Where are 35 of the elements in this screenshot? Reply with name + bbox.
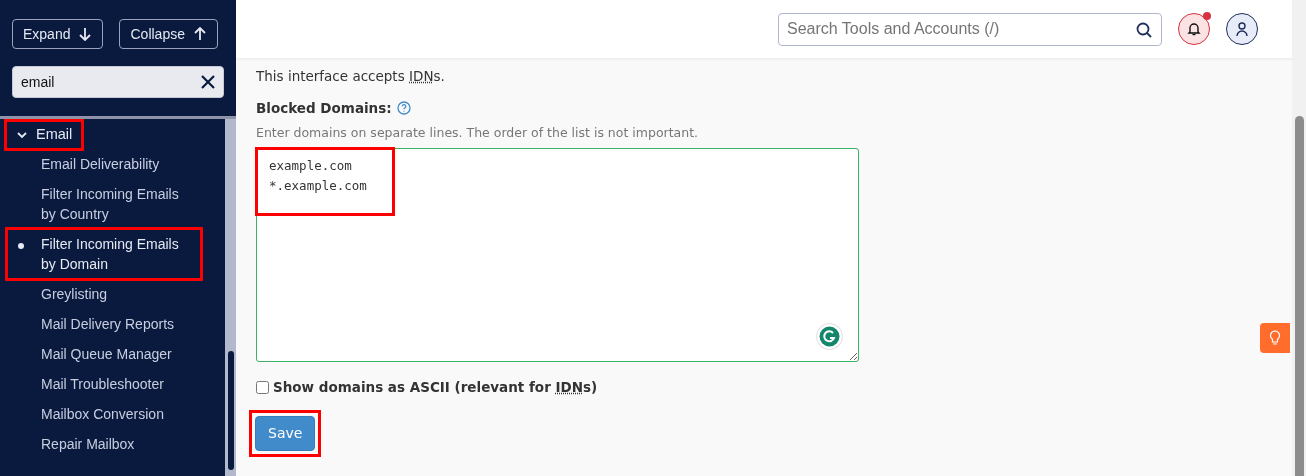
notifications-button[interactable]	[1178, 13, 1210, 45]
field-label: Blocked Domains:	[256, 99, 392, 119]
user-button[interactable]	[1226, 13, 1258, 45]
search-icon[interactable]	[1136, 21, 1152, 38]
menu-group[interactable]: Email	[6, 121, 83, 149]
menu-item[interactable]: Filter Incoming Emails by Domain	[7, 228, 201, 279]
bell-icon	[1187, 22, 1201, 36]
sidebar-button[interactable]: Expand	[12, 19, 104, 49]
menu-item[interactable]: Mail Troubleshooter	[7, 368, 201, 399]
hint-text: Enter domains on separate lines. The order of the list is not important.	[256, 123, 700, 142]
filter-field[interactable]: email	[12, 66, 224, 98]
search-field[interactable]: Search Tools and Accounts (/)	[778, 12, 1162, 46]
save-button[interactable]: Save	[255, 415, 316, 451]
menu-item[interactable]: Email Deliverability	[7, 148, 201, 179]
menu-item[interactable]: Mail Queue Manager	[7, 338, 201, 369]
menu-item[interactable]: Repair Mailbox	[7, 428, 201, 459]
ascii-checkbox[interactable]	[256, 380, 269, 394]
grammar-icon[interactable]	[816, 323, 843, 351]
menu-item[interactable]: Mailbox Conversion	[7, 398, 201, 429]
tips-button[interactable]	[1260, 323, 1290, 353]
help-icon[interactable]	[396, 101, 411, 116]
user-icon	[1235, 21, 1249, 37]
menu-item[interactable]: Filter Incoming Emails by Country	[7, 178, 201, 229]
menu-item[interactable]: Greylisting	[7, 278, 201, 309]
arrow-up-icon	[192, 27, 207, 41]
scrollbar[interactable]	[225, 119, 236, 476]
clear-icon[interactable]	[201, 75, 215, 89]
checkbox-label[interactable]: Show domains as ASCII (relevant for IDNs)	[273, 377, 598, 398]
domains-field[interactable]: example.com *.example.com	[256, 148, 859, 363]
arrow-down-icon	[78, 27, 93, 41]
intro-text: This interface accepts IDNs.	[256, 67, 446, 86]
lightbulb-icon	[1269, 330, 1281, 346]
scrollbar[interactable]	[1292, 0, 1306, 476]
menu-item[interactable]: Mail Delivery Reports	[7, 308, 201, 339]
sidebar-button[interactable]: Collapse	[119, 19, 218, 49]
